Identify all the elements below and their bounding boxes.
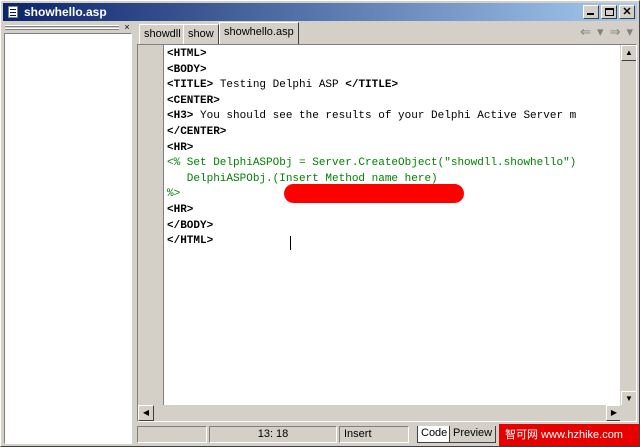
code-token: <HR> xyxy=(167,141,194,154)
back-dropdown-icon[interactable]: ▾ xyxy=(597,25,604,39)
vertical-scrollbar[interactable]: ▲ ▼ xyxy=(620,45,636,407)
code-token: %> xyxy=(167,188,181,201)
code-line[interactable]: </BODY> xyxy=(167,219,620,235)
status-panel-empty xyxy=(137,426,207,443)
scroll-left-button[interactable]: ◀ xyxy=(138,405,154,421)
grip-line xyxy=(5,28,119,30)
maximize-icon xyxy=(605,8,614,16)
tab-preview[interactable]: Preview xyxy=(449,426,497,443)
code-token: <HTML> xyxy=(167,48,207,60)
close-icon: ✕ xyxy=(622,6,632,18)
cursor-position: 13: 18 xyxy=(209,426,337,443)
tab-show[interactable]: show xyxy=(183,24,219,44)
code-token: Testing Delphi ASP xyxy=(213,79,346,92)
horizontal-scrollbar[interactable]: ◀ ▶ xyxy=(138,405,622,421)
maximize-button[interactable] xyxy=(601,5,617,19)
left-tree-panel[interactable] xyxy=(4,33,132,444)
code-token: DelphiASPObj.(Insert Method name here) xyxy=(167,172,438,185)
code-token: </BODY> xyxy=(167,219,214,232)
code-token: </HTML> xyxy=(167,235,214,248)
ide-window: showhello.asp ✕ × showdll show showhello… xyxy=(0,0,640,447)
forward-dropdown-icon[interactable]: ▾ xyxy=(626,25,633,39)
code-token: <CENTER> xyxy=(167,94,220,107)
minimize-icon xyxy=(587,13,594,15)
editor-gutter[interactable] xyxy=(138,45,164,421)
code-line[interactable]: <HR> xyxy=(167,141,620,157)
code-token: </CENTER> xyxy=(167,125,227,138)
code-line[interactable]: <HTML> xyxy=(167,47,620,63)
edit-mode: Insert xyxy=(339,426,409,443)
tab-showdll[interactable]: showdll xyxy=(139,24,186,44)
minimize-button[interactable] xyxy=(583,5,599,19)
text-caret xyxy=(290,236,291,250)
site-watermark: 智可网 www.hzhike.com xyxy=(499,424,639,446)
nav-arrows: ⇐ ▾ ⇒ ▾ xyxy=(580,25,633,39)
red-annotation-mark xyxy=(284,184,464,203)
document-icon xyxy=(6,5,20,19)
code-line[interactable]: </HTML> xyxy=(167,234,620,250)
code-token: <% Set DelphiASPObj = Server.CreateObjec… xyxy=(167,157,577,170)
scroll-corner xyxy=(620,405,636,421)
left-panel-header[interactable]: × xyxy=(3,23,133,33)
code-token: <TITLE> xyxy=(167,79,214,92)
code-editor[interactable]: <HTML> <BODY> <TITLE> Testing Delphi ASP <… xyxy=(137,44,637,422)
window-title: showhello.asp xyxy=(24,5,107,19)
tab-code[interactable]: Code xyxy=(417,426,452,443)
code-token: </TITLE> xyxy=(345,79,399,92)
scroll-up-button[interactable]: ▲ xyxy=(621,45,636,61)
title-bar[interactable]: showhello.asp ✕ xyxy=(3,3,637,21)
code-token: You should see the results of your Delph… xyxy=(193,110,577,123)
code-token: <HR> xyxy=(167,203,194,216)
tab-showhello-asp[interactable]: showhello.asp xyxy=(219,22,299,44)
grip-line xyxy=(5,25,119,27)
code-line[interactable]: <CENTER> xyxy=(167,94,620,110)
code-line[interactable]: <HR> xyxy=(167,203,620,219)
code-token: <H3> xyxy=(167,110,194,123)
forward-arrow-icon[interactable]: ⇒ xyxy=(610,25,621,39)
back-arrow-icon[interactable]: ⇐ xyxy=(580,25,591,39)
tab-bar: showdll show showhello.asp ⇐ ▾ ⇒ ▾ xyxy=(137,22,637,44)
close-button[interactable]: ✕ xyxy=(619,5,635,19)
code-line[interactable]: <% Set DelphiASPObj = Server.CreateObjec… xyxy=(167,156,620,172)
code-line[interactable]: <BODY> xyxy=(167,63,620,79)
code-line[interactable]: </CENTER> xyxy=(167,125,620,141)
code-line[interactable]: <TITLE> Testing Delphi ASP </TITLE> xyxy=(167,78,620,94)
panel-close-icon[interactable]: × xyxy=(122,23,132,33)
code-token: <BODY> xyxy=(167,63,207,76)
code-line[interactable]: <H3> You should see the results of your … xyxy=(167,109,620,125)
code-area[interactable]: <HTML> <BODY> <TITLE> Testing Delphi ASP <… xyxy=(167,47,620,405)
